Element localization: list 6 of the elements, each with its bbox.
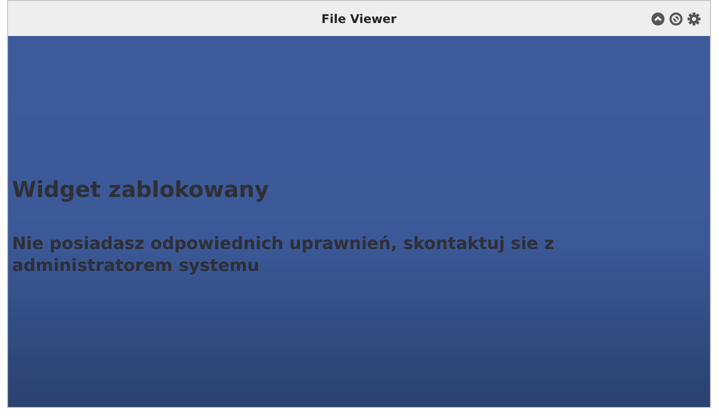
block-icon[interactable] [669,12,683,26]
window-title: File Viewer [321,12,397,26]
message-text: Nie posiadasz odpowiednich uprawnień, skontaktuj sie z administratorem systemu [12,232,555,278]
collapse-icon[interactable] [651,12,665,26]
heading: Widget zablokowany [12,178,270,203]
settings-icon[interactable] [687,12,701,26]
